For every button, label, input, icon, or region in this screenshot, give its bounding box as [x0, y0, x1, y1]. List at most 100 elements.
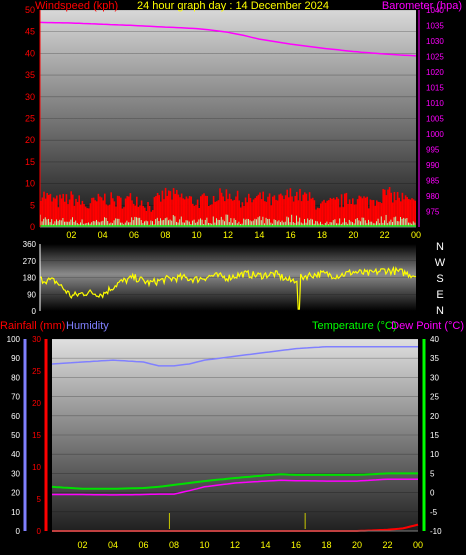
y-tick-label: 10: [430, 450, 439, 459]
windspeed-average-bar: [225, 214, 227, 227]
windspeed-bar: [337, 198, 340, 227]
windspeed-bar: [264, 201, 266, 227]
y-tick-label: 1015: [426, 84, 444, 93]
rainfall-axis-label: Rainfall (mm): [0, 320, 66, 332]
barometer-axis-label: Barometer (hpa): [381, 0, 462, 12]
windspeed-bar: [305, 193, 308, 227]
y-tick-label: -5: [430, 508, 438, 517]
windspeed-axis-label: Windspeed (kph): [35, 0, 119, 12]
windspeed-bar: [120, 197, 122, 227]
y-tick-label: 70: [11, 393, 20, 402]
windspeed-bar: [328, 200, 330, 227]
windspeed-bar: [123, 207, 125, 227]
windspeed-bar: [190, 196, 192, 227]
windspeed-bar: [280, 193, 282, 227]
windspeed-bar: [177, 194, 180, 227]
y-tick-label: 5: [37, 495, 42, 504]
y-tick-label: 25: [430, 393, 439, 402]
windspeed-bar: [228, 193, 231, 227]
y-tick-label: 15: [25, 157, 35, 167]
y-tick-label: 20: [11, 489, 20, 498]
x-tick-label: 14: [254, 230, 264, 240]
y-tick-label: 0: [32, 307, 37, 316]
y-tick-label: 30: [25, 92, 35, 102]
y-tick-label: 20: [25, 135, 35, 145]
windspeed-bar: [313, 200, 316, 227]
y-tick-label: 10: [25, 179, 35, 189]
x-tick-label: 22: [382, 540, 392, 550]
x-tick-label: 06: [138, 540, 148, 550]
windspeed-average-bar: [227, 214, 229, 227]
y-tick-label: 35: [430, 354, 439, 363]
x-tick-label: 00: [413, 540, 423, 550]
compass-label: E: [436, 289, 443, 301]
y-tick-label: 1030: [426, 37, 444, 46]
x-tick-label: 10: [192, 230, 202, 240]
windspeed-bar: [345, 192, 348, 227]
x-tick-label: 14: [260, 540, 270, 550]
y-tick-label: 0: [37, 527, 42, 536]
weather-graph: 02 04 06 08 10 12 14 16 18 20 22 0002 04 06 08 10 12 14 16…: [7, 5, 446, 550]
humidity-axis-label: Humidity: [66, 320, 109, 332]
windspeed-bar: [336, 197, 338, 227]
x-tick-label: 06: [129, 230, 139, 240]
dewpoint-axis-label: Dew Point (°C): [391, 320, 464, 332]
y-tick-label: 1035: [426, 22, 444, 31]
windspeed-bar: [148, 205, 151, 227]
y-tick-label: 20: [32, 399, 41, 408]
x-tick-label: 04: [98, 230, 108, 240]
x-tick-label: 02: [66, 230, 76, 240]
y-tick-label: 35: [25, 70, 35, 80]
x-tick-label: 12: [230, 540, 240, 550]
compass-label: S: [436, 273, 443, 285]
y-tick-label: -10: [430, 527, 442, 536]
y-tick-label: 10: [11, 508, 20, 517]
x-tick-label: 08: [169, 540, 179, 550]
windspeed-bar: [411, 198, 413, 227]
y-tick-label: 80: [11, 373, 20, 382]
windspeed-bar: [347, 203, 349, 227]
windspeed-bar: [211, 204, 213, 227]
x-tick-label: 18: [321, 540, 331, 550]
windspeed-bar: [49, 193, 52, 227]
compass-label: W: [435, 257, 446, 269]
y-tick-label: 90: [11, 354, 20, 363]
windspeed-bar: [289, 188, 292, 227]
windspeed-bar: [78, 195, 80, 227]
windspeed-bar: [323, 199, 325, 227]
windspeed-bar: [382, 189, 384, 227]
y-tick-label: 1020: [426, 68, 444, 77]
windspeed-bar: [340, 194, 343, 227]
y-tick-label: 40: [430, 335, 439, 344]
y-tick-label: 1010: [426, 99, 444, 108]
windspeed-bar: [129, 193, 132, 227]
y-tick-label: 25: [25, 114, 35, 124]
windspeed-bar: [272, 196, 274, 227]
windspeed-bar: [366, 196, 368, 227]
y-tick-label: 990: [426, 161, 440, 170]
windspeed-bar: [110, 192, 112, 227]
windspeed-bar: [203, 193, 205, 227]
windspeed-bar: [112, 198, 114, 227]
x-tick-label: 20: [352, 540, 362, 550]
x-tick-label: 16: [286, 230, 296, 240]
y-tick-label: 270: [23, 257, 37, 266]
y-tick-label: 5: [30, 200, 35, 210]
y-tick-label: 40: [25, 48, 35, 58]
windspeed-average-bar: [291, 214, 293, 227]
y-tick-label: 30: [32, 335, 41, 344]
windspeed-bar: [388, 187, 391, 227]
y-tick-label: 1005: [426, 115, 444, 124]
windspeed-bar: [52, 197, 55, 227]
y-tick-label: 45: [25, 27, 35, 37]
y-tick-label: 15: [430, 431, 439, 440]
x-tick-label: 00: [411, 230, 421, 240]
x-tick-label: 22: [380, 230, 390, 240]
y-tick-label: 30: [11, 469, 20, 478]
y-tick-label: 40: [11, 450, 20, 459]
y-tick-label: 360: [23, 240, 37, 249]
windspeed-average-bar: [172, 215, 174, 227]
x-tick-label: 18: [317, 230, 327, 240]
y-tick-label: 180: [23, 274, 37, 283]
y-tick-label: 980: [426, 192, 440, 201]
